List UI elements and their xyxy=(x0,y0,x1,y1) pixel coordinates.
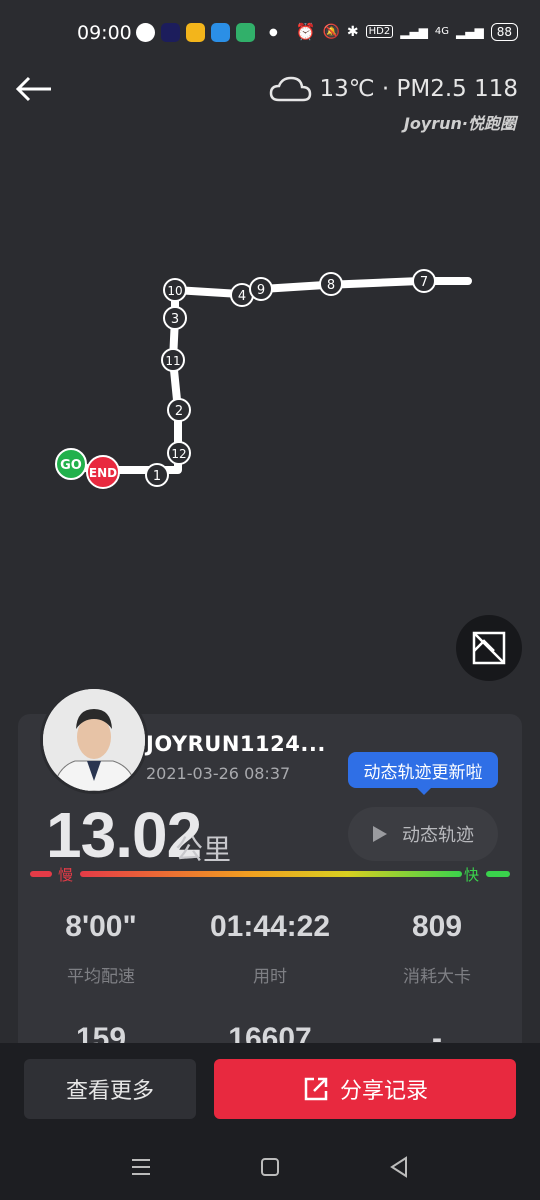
home-nav-button[interactable] xyxy=(255,1152,285,1182)
km-marker-1: 1 xyxy=(145,463,169,487)
network-label: 4G xyxy=(434,26,450,37)
route-map[interactable]: 1 12 2 11 3 10 4 9 8 7 GO END xyxy=(0,180,540,540)
share-record-button[interactable]: 分享记录 xyxy=(214,1059,516,1119)
hd-icon: HD2 xyxy=(365,25,394,38)
svg-text:END: END xyxy=(89,466,117,480)
map-layer-button[interactable] xyxy=(456,615,522,681)
tooltip-arrow xyxy=(416,787,432,795)
notification-icons: ● xyxy=(136,23,278,42)
stat-calories-label: 消耗大卡 xyxy=(403,967,471,987)
dot-icon: ● xyxy=(269,27,278,38)
menu-icon xyxy=(132,1159,150,1175)
stat-pace-value: 8'00" xyxy=(65,910,137,943)
app-k-icon xyxy=(161,23,180,42)
km-marker-7: 7 xyxy=(412,269,436,293)
user-photo xyxy=(43,689,145,791)
svg-text:10: 10 xyxy=(167,284,182,298)
start-marker: GO xyxy=(55,448,87,480)
mute-icon: 🔕 xyxy=(322,23,340,40)
km-marker-8: 8 xyxy=(319,272,343,296)
map-layer-icon xyxy=(472,631,506,665)
svg-text:1: 1 xyxy=(153,469,161,484)
svg-text:8: 8 xyxy=(327,278,335,293)
svg-text:12: 12 xyxy=(171,447,186,461)
username: JOYRUN1124... xyxy=(146,732,326,756)
status-bar: 09:00 ● ⏰ 🔕 ✱ HD2 ▂▄▆ 4G ▂▄▆ 88 xyxy=(0,0,540,68)
svg-text:4: 4 xyxy=(238,289,246,304)
svg-text:3: 3 xyxy=(171,312,179,327)
view-more-button[interactable]: 查看更多 xyxy=(24,1059,196,1119)
app-paper-plane-icon xyxy=(211,23,230,42)
app-58-icon xyxy=(186,23,205,42)
svg-text:11: 11 xyxy=(165,354,180,368)
status-time: 09:00 xyxy=(77,22,132,44)
svg-text:2: 2 xyxy=(175,404,183,419)
km-marker-3: 3 xyxy=(163,306,187,330)
arrow-left-icon xyxy=(15,76,51,102)
km-marker-2: 2 xyxy=(167,398,191,422)
weather-text: 13℃ · PM2.5 118 xyxy=(319,76,518,102)
signal-icon-2: ▂▄▆ xyxy=(456,24,484,39)
end-marker: END xyxy=(86,455,120,489)
stat-calories-value: 809 xyxy=(411,910,463,943)
dynamic-track-label: 动态轨迹 xyxy=(402,825,474,846)
dynamic-track-tooltip: 动态轨迹更新啦 xyxy=(348,752,498,788)
share-icon xyxy=(304,1077,328,1101)
menu-nav-button[interactable] xyxy=(126,1152,156,1182)
slow-label: 慢 xyxy=(58,866,74,884)
battery-icon: 88 xyxy=(490,22,518,41)
brand-logo: Joyrun·悦跑圈 xyxy=(403,114,516,133)
system-icons: ⏰ 🔕 ✱ HD2 ▂▄▆ 4G ▂▄▆ 88 xyxy=(296,22,518,41)
back-nav-button[interactable] xyxy=(384,1152,414,1182)
weather-info: 13℃ · PM2.5 118 xyxy=(269,74,518,104)
svg-text:7: 7 xyxy=(420,275,428,290)
km-marker-9: 9 xyxy=(249,277,273,301)
stat-duration-value: 01:44:22 xyxy=(209,910,331,943)
fast-label: 快 xyxy=(464,866,480,884)
stat-pace-label: 平均配速 xyxy=(67,967,135,987)
back-button[interactable] xyxy=(14,72,58,108)
dynamic-track-button[interactable]: 动态轨迹 xyxy=(348,807,498,861)
signal-icon: ▂▄▆ xyxy=(400,24,428,39)
stat-duration-label: 用时 xyxy=(253,967,287,987)
home-square-icon xyxy=(261,1158,279,1176)
svg-text:GO: GO xyxy=(60,458,82,473)
avatar[interactable] xyxy=(40,686,148,794)
app-video-icon xyxy=(236,23,255,42)
cloud-icon xyxy=(270,76,312,102)
km-marker-10: 10 xyxy=(163,278,187,302)
back-triangle-icon xyxy=(390,1156,407,1178)
distance-unit: 公里 xyxy=(175,833,232,866)
record-datetime: 2021-03-26 08:37 xyxy=(146,764,291,783)
alarm-icon: ⏰ xyxy=(295,22,316,41)
bluetooth-icon: ✱ xyxy=(346,23,359,40)
globe-icon xyxy=(136,23,155,42)
km-marker-12: 12 xyxy=(167,441,191,465)
pace-color-bar xyxy=(30,871,510,877)
km-marker-11: 11 xyxy=(161,348,185,372)
play-icon xyxy=(373,826,387,842)
share-label: 分享记录 xyxy=(339,1079,428,1104)
svg-text:9: 9 xyxy=(257,283,265,298)
